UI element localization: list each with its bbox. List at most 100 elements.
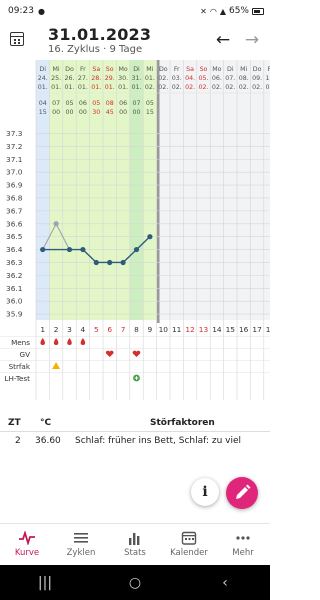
- home-icon[interactable]: ○: [120, 575, 150, 591]
- notification-icon: ●: [37, 6, 45, 16]
- nav-label-mehr: Mehr: [232, 548, 254, 558]
- day-date: 06.: [212, 75, 222, 82]
- page-title: 31.01.2023: [48, 25, 152, 44]
- measure-minute: 00: [79, 109, 87, 116]
- y-tick-label: 36.8: [6, 193, 23, 202]
- measure-minute: 45: [106, 109, 114, 116]
- day-date: 01.: [145, 75, 155, 82]
- day-month: 02.: [185, 84, 195, 91]
- status-bar: 09:23 ● ✕ ◠ ▲ 65%: [0, 0, 270, 22]
- cycle-day-number: 6: [107, 325, 112, 334]
- col-zt-header: ZT: [8, 418, 21, 428]
- measure-minute: 00: [52, 109, 60, 116]
- today-divider: [156, 60, 160, 330]
- future-band: [159, 60, 270, 320]
- nav-stats[interactable]: Stats: [108, 524, 162, 565]
- cycle-day-number: 5: [94, 325, 99, 334]
- y-tick-label: 36.5: [6, 232, 23, 241]
- cycle-day-number: 2: [54, 325, 59, 334]
- table-row[interactable]: 2 36.60 Schlaf: früher ins Bett, Schlaf:…: [0, 432, 270, 452]
- prev-arrow-icon[interactable]: ←: [214, 30, 232, 50]
- y-tick-label: 36.3: [6, 258, 23, 267]
- measure-minute: 15: [39, 109, 47, 116]
- cycle-day-number: 1: [40, 325, 45, 334]
- day-month: 01.: [64, 84, 74, 91]
- y-tick-label: 37.2: [6, 142, 22, 151]
- day-weekday: Di: [133, 66, 140, 73]
- y-tick-label: 35.9: [6, 310, 23, 319]
- day-weekday: Fr: [268, 66, 270, 73]
- calendar-icon[interactable]: [10, 32, 24, 46]
- day-month: 02.: [172, 84, 182, 91]
- day-weekday: Di: [39, 66, 46, 73]
- recent-apps-icon[interactable]: |||: [30, 575, 60, 591]
- day-weekday: So: [106, 66, 114, 73]
- temperature-point: [107, 259, 113, 266]
- nav-kurve[interactable]: Kurve: [0, 524, 54, 565]
- day-weekday: Mi: [240, 66, 247, 73]
- day-weekday: Mo: [118, 66, 127, 73]
- measure-hour: 05: [92, 100, 100, 107]
- cycle-info: 16. Zyklus · 9 Tage: [48, 44, 143, 55]
- measure-hour: 04: [39, 100, 47, 107]
- cell-temp: 36.60: [35, 436, 61, 446]
- mute-icon: ✕: [200, 6, 207, 16]
- day-date: 27.: [78, 75, 88, 82]
- day-weekday: Do: [159, 66, 168, 73]
- cycle-day-number: 7: [121, 325, 126, 334]
- day-weekday: Sa: [186, 66, 194, 73]
- y-tick-label: 36.2: [6, 271, 22, 280]
- day-date: 08.: [239, 75, 249, 82]
- nav-mehr[interactable]: Mehr: [216, 524, 270, 565]
- nav-label-stats: Stats: [124, 548, 146, 558]
- curve-icon: [19, 531, 35, 545]
- day-weekday: Do: [253, 66, 262, 73]
- measure-hour: 06: [119, 100, 127, 107]
- y-tick-label: 37.3: [6, 129, 23, 138]
- measure-minute: 15: [146, 109, 154, 116]
- y-tick-label: 37.0: [6, 168, 23, 177]
- info-button[interactable]: i: [191, 478, 219, 506]
- day-weekday: Mi: [146, 66, 153, 73]
- temperature-point: [120, 259, 126, 266]
- nav-zyklen[interactable]: Zyklen: [54, 524, 108, 565]
- cycle-day1-band: [36, 60, 50, 320]
- nav-kalender[interactable]: Kalender: [162, 524, 216, 565]
- col-factors-header: Störfaktoren: [150, 418, 215, 428]
- day-date: 28.: [91, 75, 101, 82]
- next-arrow-icon[interactable]: →: [243, 30, 261, 50]
- temperature-point-excluded: [53, 221, 59, 227]
- pencil-icon: [236, 484, 251, 499]
- measure-minute: 00: [132, 109, 140, 116]
- temperature-point: [80, 246, 86, 253]
- day-date: 04.: [185, 75, 195, 82]
- day-month: 02.: [252, 84, 262, 91]
- more-dots-icon: [236, 536, 250, 540]
- day-date: 07.: [225, 75, 235, 82]
- col-temp-header: °C: [40, 418, 52, 428]
- chart-svg: 37.3 37.2 37.1 37.0 36.9 36.8 36.7 36.6 36.5 36.4…: [0, 60, 270, 400]
- fertile-window-band-end: [143, 60, 157, 320]
- back-icon[interactable]: ‹: [210, 575, 240, 591]
- day-month: 01.: [51, 84, 61, 91]
- day-date: 30.: [118, 75, 128, 82]
- cycle-day-number: 3: [67, 325, 72, 334]
- day-weekday: Do: [65, 66, 74, 73]
- cycle-day-number: 11: [172, 325, 182, 334]
- day-month: 01.: [38, 84, 48, 91]
- day-month: 02.: [239, 84, 249, 91]
- temperature-point: [66, 246, 73, 253]
- cycle-day-number: 9: [148, 325, 153, 334]
- app-header: 31.01.2023 16. Zyklus · 9 Tage ← →: [0, 22, 270, 60]
- system-nav-bar: ||| ○ ‹: [0, 565, 270, 600]
- day-weekday: So: [200, 66, 208, 73]
- measure-hour: 06: [79, 100, 87, 107]
- temperature-chart[interactable]: 37.3 37.2 37.1 37.0 36.9 36.8 36.7 36.6 36.5 36.4…: [0, 60, 270, 400]
- cycle-day-number: 13: [199, 325, 209, 334]
- battery-icon: [252, 7, 264, 15]
- day-weekday: Mi: [53, 66, 60, 73]
- day-month: 02.: [158, 84, 168, 91]
- day-date: 31.: [131, 75, 141, 82]
- edit-button[interactable]: [226, 477, 258, 509]
- nav-label-kurve: Kurve: [14, 548, 40, 558]
